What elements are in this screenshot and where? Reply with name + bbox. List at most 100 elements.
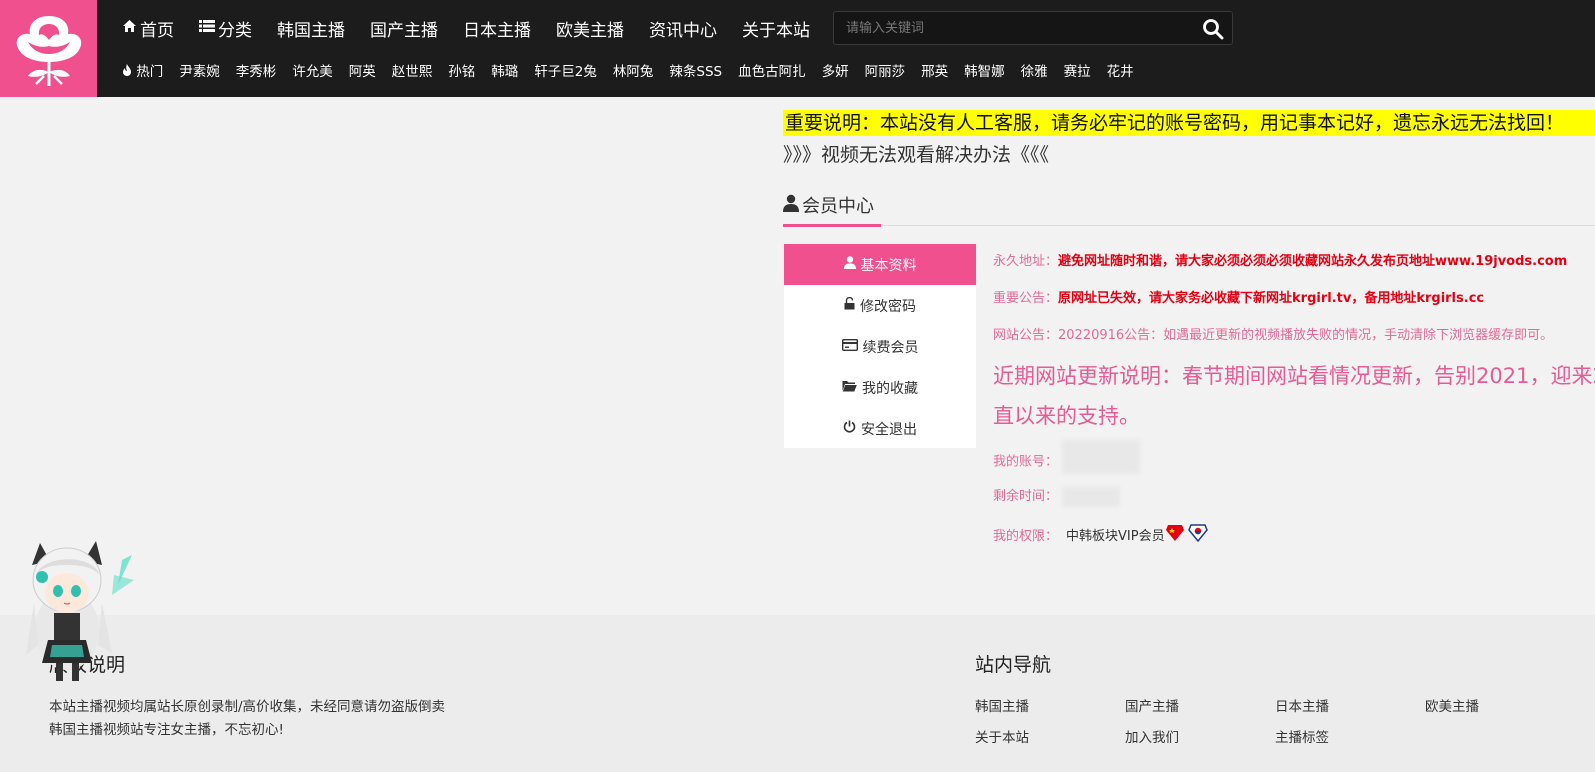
site-logo[interactable]	[0, 0, 97, 97]
list-icon	[199, 19, 215, 37]
hot-tag[interactable]: 李秀彬	[236, 60, 277, 80]
permission-row: 我的权限： 中韩板块VIP会员	[993, 522, 1208, 546]
nav-korea[interactable]: 韩国主播	[277, 16, 345, 41]
site-header: 首页 分类 韩国主播 国产主播 日本主播 欧美主播 资讯中心 关于本站 热门	[0, 0, 1595, 97]
nav-label: 韩国主播	[277, 20, 345, 41]
account-value-blurred	[1062, 440, 1141, 474]
card-icon	[841, 338, 858, 355]
menu-label: 基本资料	[860, 257, 917, 274]
footer-link[interactable]: 主播标签	[1275, 726, 1329, 746]
update-line: 直以来的支持。	[993, 404, 1140, 428]
search-input[interactable]	[834, 12, 1184, 44]
nav-category[interactable]: 分类	[199, 16, 252, 41]
nav-japan[interactable]: 日本主播	[463, 16, 531, 41]
member-center-title: 会员中心	[783, 192, 874, 218]
hot-tag[interactable]: 许允美	[292, 60, 333, 80]
menu-favorites[interactable]: 我的收藏	[784, 367, 976, 408]
hot-tag[interactable]: 辣条SSS	[669, 60, 722, 80]
china-diamond-icon	[1165, 522, 1185, 546]
remaining-time-row: 剩余时间：	[993, 485, 1121, 507]
member-side-menu: 基本资料 修改密码 续费会员 我的收藏 安全退出	[784, 244, 976, 448]
divider	[783, 225, 1595, 226]
hot-tag[interactable]: 花井	[1107, 60, 1134, 80]
footer-link[interactable]: 关于本站	[975, 726, 1029, 746]
remain-value-blurred	[1062, 486, 1121, 507]
nav-label: 国产主播	[370, 20, 438, 41]
user-icon	[843, 256, 856, 273]
perm-value: 中韩板块VIP会员	[1066, 528, 1165, 544]
hot-tag[interactable]: 孙铭	[448, 60, 475, 80]
nav-label: 欧美主播	[556, 20, 624, 41]
mascot-character[interactable]	[22, 535, 134, 685]
permanent-text[interactable]: 避免网址随时和谐，请大家必须必须必须收藏网站永久发布页地址www.19jvods…	[1058, 254, 1567, 269]
menu-label: 续费会员	[862, 339, 919, 356]
footer-link[interactable]: 日本主播	[1275, 695, 1329, 715]
home-icon	[122, 19, 137, 37]
search-icon	[1203, 19, 1224, 40]
important-text: 原网址已失效，请大家务必收藏下新网址krgirl.tv，备用地址krgirls.…	[1058, 291, 1485, 306]
important-label: 重要公告：	[993, 291, 1059, 306]
nav-west[interactable]: 欧美主播	[556, 16, 624, 41]
hot-tag[interactable]: 韩智娜	[964, 60, 1005, 80]
hot-tag[interactable]: 阿丽莎	[865, 60, 906, 80]
nav-china[interactable]: 国产主播	[370, 16, 438, 41]
menu-renew-vip[interactable]: 续费会员	[784, 326, 976, 367]
hot-tag[interactable]: 徐雅	[1021, 60, 1048, 80]
perm-label: 我的权限：	[993, 528, 1059, 544]
menu-change-password[interactable]: 修改密码	[784, 285, 976, 326]
update-notice: 近期网站更新说明：春节期间网站看情况更新，告别2021，迎来2 直以来的支持。	[993, 356, 1595, 436]
update-line: 近期网站更新说明：春节期间网站看情况更新，告别2021，迎来2	[993, 364, 1595, 388]
hot-tag[interactable]: 多妍	[822, 60, 849, 80]
hot-tags-bar: 热门 尹素婉 李秀彬 许允美 阿英 赵世熙 孙铭 韩璐 轩子巨2兔 林阿兔 辣条…	[122, 60, 1150, 80]
fire-icon	[122, 64, 136, 80]
footer-link[interactable]: 国产主播	[1125, 695, 1179, 715]
hot-label[interactable]: 热门	[122, 60, 163, 80]
account-label: 我的账号：	[993, 454, 1059, 470]
member-title-text: 会员中心	[802, 196, 874, 217]
nav-label: 首页	[140, 20, 174, 41]
title-underline	[783, 224, 881, 227]
nav-label: 资讯中心	[649, 20, 717, 41]
rose-logo-icon	[16, 15, 81, 86]
footer-link[interactable]: 韩国主播	[975, 695, 1029, 715]
important-notice: 重要说明：本站没有人工客服，请务必牢记的账号密码，用记事本记好，遗忘永远无法找回…	[783, 110, 1595, 136]
permanent-address-row: 永久地址：避免网址随时和谐，请大家必须必须必须收藏网站永久发布页地址www.19…	[993, 250, 1567, 269]
site-label: 网站公告：	[993, 328, 1059, 343]
remain-label: 剩余时间：	[993, 489, 1059, 504]
video-fix-link[interactable]: 》》》视频无法观看解决办法《《《	[783, 140, 1049, 167]
copyright-line: 韩国主播视频站专注女主播，不忘初心!	[49, 722, 284, 738]
hot-tag[interactable]: 韩璐	[491, 60, 518, 80]
lock-icon	[844, 296, 855, 314]
menu-label: 修改密码	[860, 298, 916, 315]
nav-label: 日本主播	[463, 20, 531, 41]
menu-basic-info[interactable]: 基本资料	[784, 244, 976, 285]
user-icon	[783, 194, 799, 217]
hot-tag[interactable]: 赵世熙	[392, 60, 433, 80]
nav-news[interactable]: 资讯中心	[649, 16, 717, 41]
hot-tag[interactable]: 赛拉	[1064, 60, 1091, 80]
menu-label: 安全退出	[861, 421, 917, 438]
hot-tag[interactable]: 邢英	[921, 60, 948, 80]
site-nav-title: 站内导航	[975, 654, 1052, 676]
hot-label-text: 热门	[136, 64, 164, 80]
search-button[interactable]	[1202, 18, 1224, 40]
hot-tag[interactable]: 阿英	[349, 60, 376, 80]
footer-link[interactable]: 加入我们	[1125, 726, 1179, 746]
permanent-label: 永久地址：	[993, 254, 1059, 269]
main-nav: 首页 分类 韩国主播 国产主播 日本主播 欧美主播 资讯中心 关于本站	[122, 12, 835, 44]
hot-tag[interactable]: 轩子巨2兔	[534, 60, 597, 80]
footer-link[interactable]: 欧美主播	[1425, 695, 1479, 715]
menu-logout[interactable]: 安全退出	[784, 408, 976, 449]
hot-tag[interactable]: 尹素婉	[179, 60, 220, 80]
site-footer	[0, 615, 1595, 772]
hot-tag[interactable]: 血色古阿扎	[738, 60, 806, 80]
site-text: 20220916公告：如遇最近更新的视频播放失败的情况，手动清除下浏览器缓存即可…	[1058, 328, 1554, 343]
hot-tag[interactable]: 林阿兔	[613, 60, 654, 80]
important-announcement-row: 重要公告：原网址已失效，请大家务必收藏下新网址krgirl.tv，备用地址krg…	[993, 287, 1484, 306]
nav-label: 关于本站	[742, 20, 810, 41]
nav-about[interactable]: 关于本站	[742, 16, 810, 41]
nav-home[interactable]: 首页	[122, 16, 174, 41]
site-announcement-row: 网站公告：20220916公告：如遇最近更新的视频播放失败的情况，手动清除下浏览…	[993, 324, 1553, 343]
nav-label: 分类	[218, 20, 252, 41]
account-row: 我的账号：	[993, 440, 1141, 474]
